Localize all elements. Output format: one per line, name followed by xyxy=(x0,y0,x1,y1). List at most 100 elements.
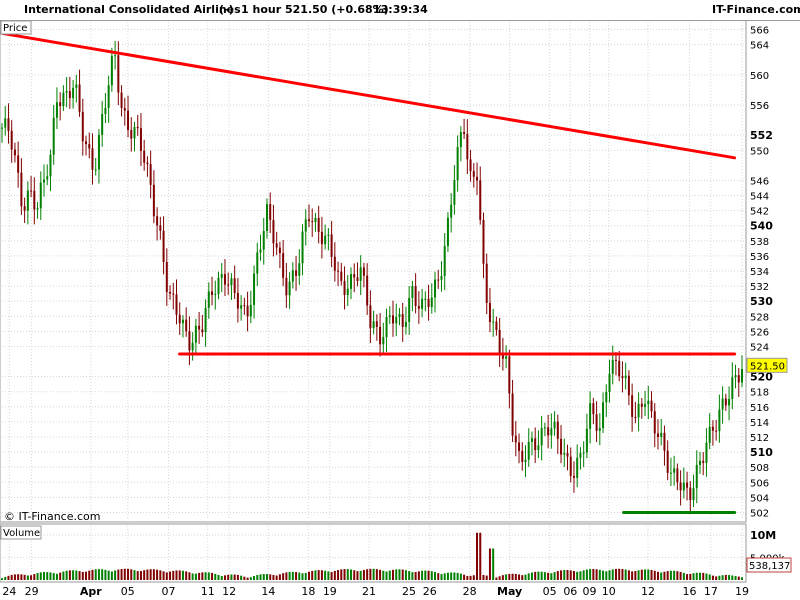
candle-body xyxy=(152,184,155,217)
volume-bar xyxy=(524,574,527,580)
candle-body xyxy=(88,144,91,149)
volume-bar xyxy=(39,572,42,580)
volume-bar xyxy=(117,569,120,580)
candle-body xyxy=(249,304,252,317)
candle-body xyxy=(301,231,304,264)
candle-body xyxy=(653,411,656,434)
candle-body xyxy=(175,294,178,315)
date-tick-label: 26 xyxy=(423,585,437,598)
date-tick-label: 28 xyxy=(463,585,477,598)
volume-bar xyxy=(647,569,650,580)
volume-bar xyxy=(463,574,466,580)
volume-bar xyxy=(511,573,514,580)
candle-body xyxy=(204,307,207,333)
volume-bar xyxy=(686,574,689,580)
volume-bar xyxy=(156,569,159,580)
candle-body xyxy=(411,286,414,298)
candle-body xyxy=(117,55,120,93)
volume-bar xyxy=(233,574,236,580)
volume-bar xyxy=(265,574,268,580)
candle-body xyxy=(46,176,49,180)
candle-body xyxy=(123,107,126,111)
candle-body xyxy=(560,438,563,455)
volume-bar xyxy=(175,570,178,580)
volume-bar xyxy=(123,568,126,580)
volume-bar xyxy=(527,573,530,580)
candle-body xyxy=(214,294,217,296)
volume-bar xyxy=(485,575,488,580)
volume-bar xyxy=(572,570,575,580)
candle-body xyxy=(534,438,537,451)
candle-body xyxy=(582,452,585,454)
date-tick-label: 06 xyxy=(563,585,577,598)
volume-bar xyxy=(741,577,743,580)
candle-body xyxy=(627,375,630,396)
candle-body xyxy=(4,118,7,128)
volume-bar xyxy=(392,569,395,580)
volume-bar xyxy=(534,571,537,580)
candle-body xyxy=(518,442,521,451)
volume-bar xyxy=(353,570,356,580)
volume-bar xyxy=(427,570,430,580)
candle-body xyxy=(414,286,417,306)
volume-bar xyxy=(624,569,627,580)
candle-body xyxy=(589,403,592,429)
candle-body xyxy=(705,442,708,463)
volume-bar xyxy=(52,573,55,580)
candle-body xyxy=(262,231,265,250)
candle-body xyxy=(85,141,88,145)
candle-body xyxy=(408,297,411,322)
candle-body xyxy=(233,278,236,293)
candle-body xyxy=(162,230,165,263)
candle-body xyxy=(547,427,550,436)
volume-bar xyxy=(382,570,385,580)
volume-bar xyxy=(705,573,708,580)
volume-bar xyxy=(692,573,695,580)
candle-body xyxy=(55,102,58,118)
volume-bar xyxy=(501,575,504,580)
candle-body xyxy=(404,321,407,327)
candle-body xyxy=(456,146,459,181)
candle-body xyxy=(324,235,327,245)
volume-bar xyxy=(595,569,598,580)
volume-bar xyxy=(282,573,285,580)
volume-bar xyxy=(459,573,462,580)
date-tick-label: 05 xyxy=(543,585,557,598)
candle-body xyxy=(424,298,427,300)
volume-bar xyxy=(262,573,265,580)
volume-bar xyxy=(201,572,204,580)
candle-body xyxy=(611,359,614,374)
volume-bar xyxy=(369,568,372,580)
candle-body xyxy=(185,319,188,332)
candle-body xyxy=(314,217,317,223)
candle-body xyxy=(488,302,491,323)
volume-bar xyxy=(185,571,188,580)
candle-body xyxy=(563,453,566,455)
volume-bar xyxy=(181,570,184,580)
volume-bar xyxy=(421,570,424,580)
candle-body xyxy=(388,315,391,318)
volume-bar xyxy=(249,577,252,580)
date-tick-label: Apr xyxy=(80,585,102,598)
volume-bar xyxy=(346,569,349,580)
volume-bar xyxy=(55,573,58,580)
candle-body xyxy=(398,314,401,318)
volume-bar xyxy=(679,571,682,580)
volume-bar xyxy=(72,570,75,580)
volume-bar xyxy=(669,570,672,580)
candle-body xyxy=(543,427,546,429)
candle-body xyxy=(366,275,369,306)
candle-body xyxy=(181,319,184,324)
volume-bar xyxy=(372,568,375,580)
volume-bar xyxy=(379,569,382,580)
volume-bar xyxy=(43,572,46,580)
volume-bar xyxy=(17,574,20,580)
candle-body xyxy=(421,298,424,309)
candle-body xyxy=(59,102,62,107)
candle-body xyxy=(453,180,456,205)
price-tick-label: 552 xyxy=(750,129,773,142)
volume-bar xyxy=(317,570,320,580)
candle-body xyxy=(346,288,349,295)
candle-body xyxy=(434,279,437,298)
candle-body xyxy=(634,416,637,418)
